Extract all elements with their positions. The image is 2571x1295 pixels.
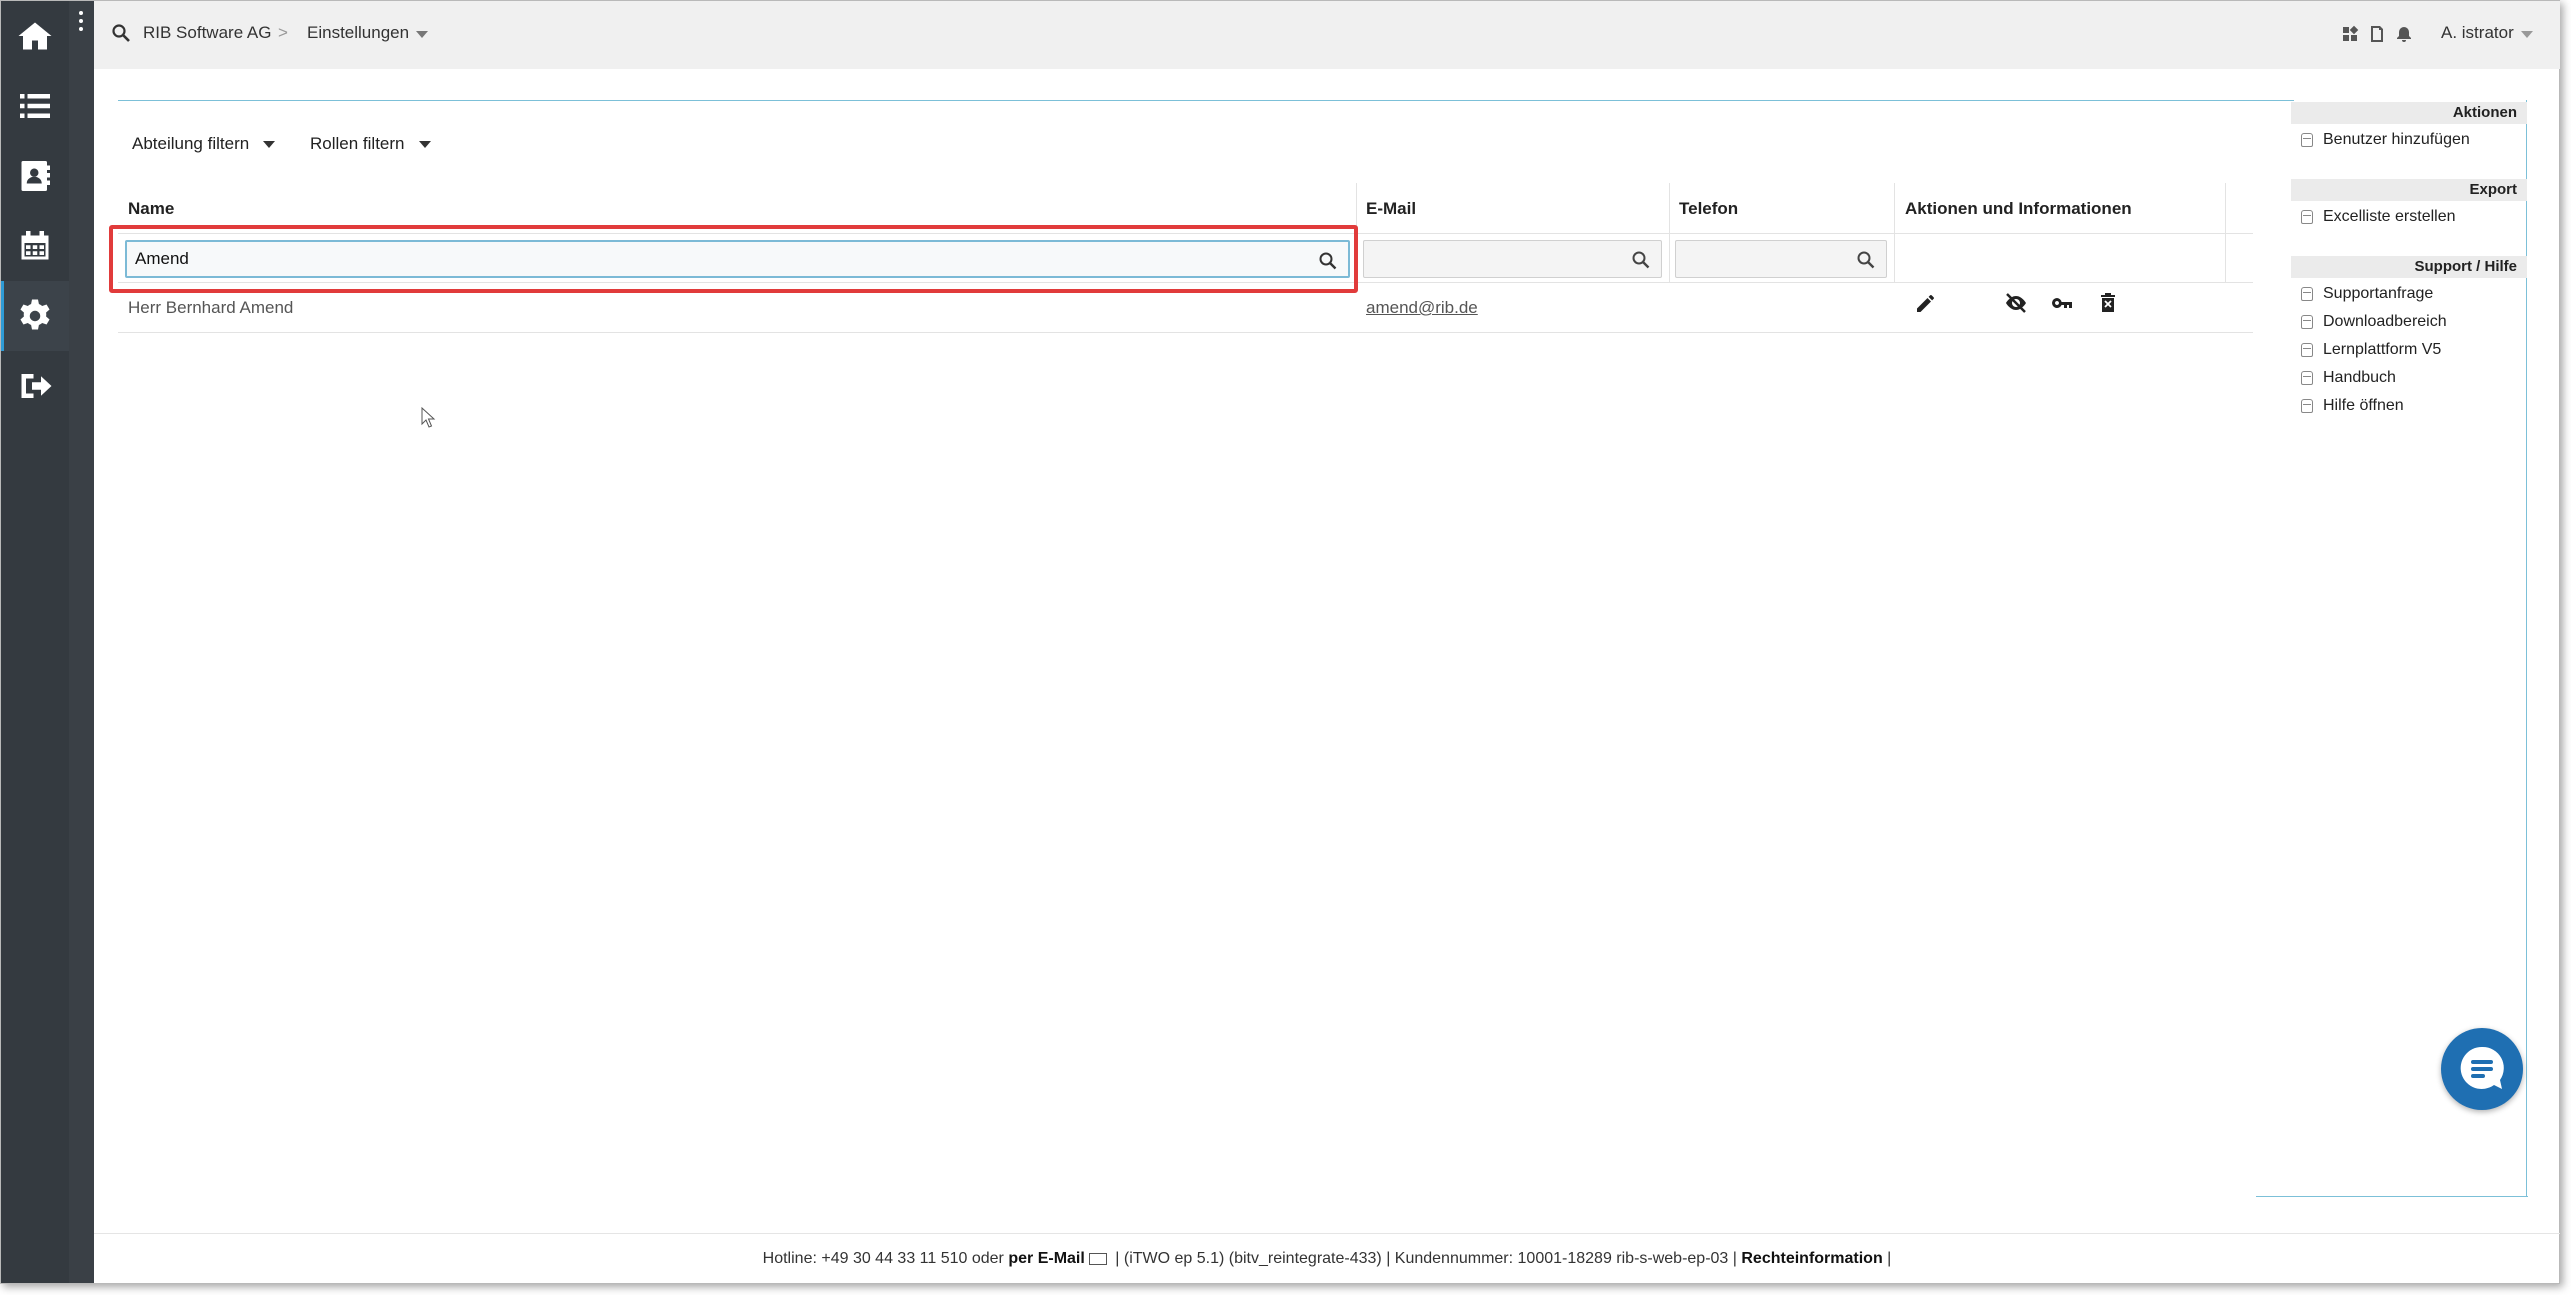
support-request-label: Supportanfrage <box>2323 285 2434 302</box>
section-export: Export <box>2291 179 2527 201</box>
item-icon <box>2301 315 2313 329</box>
department-filter-label: Abteilung filtern <box>132 134 250 153</box>
kebab-menu-icon[interactable] <box>77 11 85 31</box>
open-help-link[interactable]: Hilfe öffnen <box>2301 397 2404 415</box>
breadcrumb-section[interactable]: Einstellungen <box>307 23 409 43</box>
item-icon <box>2301 133 2313 147</box>
phone-search-input[interactable] <box>1676 241 1886 277</box>
excel-export-label: Excelliste erstellen <box>2323 208 2456 225</box>
footer-version: | (iTWO ep 5.1) (bitv_reintegrate-433) |… <box>1115 1250 1737 1267</box>
role-filter-label: Rollen filtern <box>310 134 405 153</box>
email-search-field[interactable] <box>1363 240 1662 278</box>
bell-icon[interactable] <box>2395 25 2413 43</box>
manual-label: Handbuch <box>2323 369 2396 386</box>
sidebar-rule <box>2256 1196 2528 1197</box>
edit-pencil-icon[interactable] <box>1914 291 1938 315</box>
document-icon[interactable] <box>2368 25 2386 43</box>
row-email[interactable]: amend@rib.de <box>1366 298 1478 318</box>
item-icon <box>2301 210 2313 224</box>
search-icon[interactable] <box>1856 250 1876 270</box>
section-actions: Aktionen <box>2291 102 2527 124</box>
row-rule <box>118 332 2253 333</box>
download-area-label: Downloadbereich <box>2323 313 2447 330</box>
mail-icon[interactable] <box>1088 1252 1107 1265</box>
left-nav <box>1 1 94 1283</box>
dashboard-icon[interactable] <box>2341 25 2359 43</box>
footer-end: | <box>1887 1250 1892 1267</box>
breadcrumb-separator: > <box>278 23 288 42</box>
list-icon[interactable] <box>1 71 69 141</box>
column-header-email[interactable]: E-Mail <box>1366 199 1416 219</box>
home-icon[interactable] <box>1 1 69 71</box>
row-name: Herr Bernhard Amend <box>128 298 294 317</box>
column-header-phone[interactable]: Telefon <box>1679 199 1738 219</box>
role-filter-button[interactable]: Rollen filtern <box>310 134 431 154</box>
footer-legal-link[interactable]: Rechteinformation <box>1741 1250 1882 1267</box>
logout-icon[interactable] <box>1 351 69 421</box>
chat-button[interactable] <box>2441 1028 2523 1110</box>
app-window: RIB Software AG > Einstellungen A. istra… <box>0 0 2560 1284</box>
phone-search-field[interactable] <box>1675 240 1887 278</box>
department-chevron-down-icon <box>263 140 276 148</box>
support-request-link[interactable]: Supportanfrage <box>2301 285 2433 303</box>
user-chevron-down-icon[interactable] <box>2521 31 2533 38</box>
user-menu[interactable]: A. istrator <box>2441 23 2514 43</box>
item-icon <box>2301 287 2313 301</box>
search-icon[interactable] <box>1631 250 1651 270</box>
highlight-box <box>109 225 1358 293</box>
footer: Hotline: +49 30 44 33 11 510 oder per E-… <box>94 1233 2560 1283</box>
key-icon[interactable] <box>2050 291 2074 315</box>
section-support: Support / Hilfe <box>2291 256 2527 278</box>
department-filter-button[interactable]: Abteilung filtern <box>132 134 276 154</box>
calendar-icon[interactable] <box>1 211 69 281</box>
nav-divider <box>69 1 94 1283</box>
delete-icon[interactable] <box>2096 291 2120 315</box>
add-user-link[interactable]: Benutzer hinzufügen <box>2301 131 2470 149</box>
footer-hotline: Hotline: +49 30 44 33 11 510 oder <box>762 1250 1004 1267</box>
learning-platform-label: Lernplattform V5 <box>2323 341 2442 358</box>
excel-export-link[interactable]: Excelliste erstellen <box>2301 208 2456 226</box>
item-icon <box>2301 343 2313 357</box>
manual-link[interactable]: Handbuch <box>2301 369 2396 387</box>
item-icon <box>2301 399 2313 413</box>
column-header-name[interactable]: Name <box>128 199 174 219</box>
download-area-link[interactable]: Downloadbereich <box>2301 313 2447 331</box>
column-header-actions: Aktionen und Informationen <box>1905 199 2132 218</box>
item-icon <box>2301 371 2313 385</box>
email-link[interactable]: amend@rib.de <box>1366 298 1478 317</box>
learning-platform-link[interactable]: Lernplattform V5 <box>2301 341 2441 359</box>
mouse-cursor-icon <box>421 407 436 428</box>
gear-icon[interactable] <box>1 281 69 351</box>
email-search-input[interactable] <box>1364 241 1661 277</box>
eye-off-icon[interactable] <box>2004 291 2028 315</box>
contact-card-icon[interactable] <box>1 141 69 211</box>
add-user-label: Benutzer hinzufügen <box>2323 131 2470 148</box>
footer-email-link[interactable]: per E-Mail <box>1008 1250 1084 1267</box>
chevron-down-icon[interactable] <box>416 31 428 38</box>
open-help-label: Hilfe öffnen <box>2323 397 2404 414</box>
chat-icon <box>2460 1046 2504 1089</box>
breadcrumb-org[interactable]: RIB Software AG <box>143 23 272 43</box>
role-chevron-down-icon <box>418 140 431 148</box>
top-bar: RIB Software AG > Einstellungen A. istra… <box>94 1 2560 69</box>
search-icon[interactable] <box>111 23 131 43</box>
